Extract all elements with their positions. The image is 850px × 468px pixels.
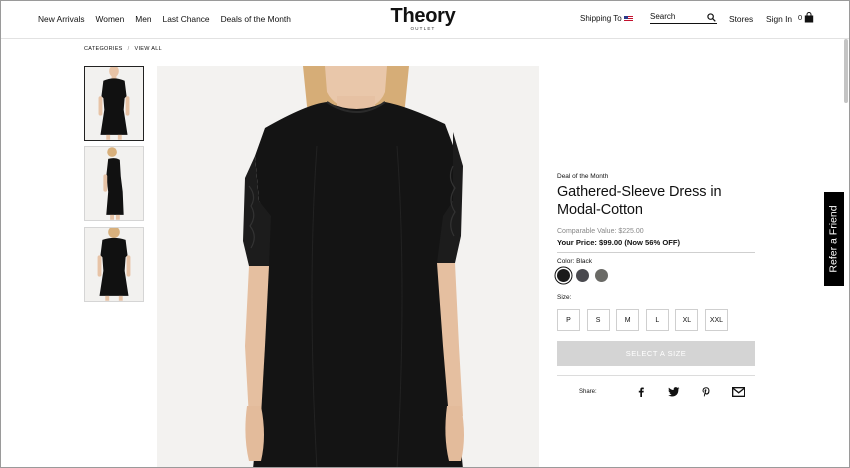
- nav-women[interactable]: Women: [96, 14, 125, 24]
- product-info: Deal of the Month Gathered-Sleeve Dress …: [557, 173, 755, 398]
- color-value: Black: [576, 258, 593, 265]
- breadcrumb-categories[interactable]: CATEGORIES: [84, 46, 123, 52]
- us-flag-icon: [623, 15, 633, 22]
- twitter-icon[interactable]: [657, 386, 690, 398]
- size-label: Size:: [557, 294, 572, 301]
- pinterest-icon[interactable]: [690, 386, 723, 398]
- page-frame: New Arrivals Women Men Last Chance Deals…: [0, 0, 850, 468]
- breadcrumb-view-all[interactable]: VIEW ALL: [134, 46, 161, 52]
- size-options: P S M L XL XXL: [557, 309, 755, 331]
- logo-wordmark: Theory: [390, 5, 456, 27]
- shopping-bag-icon: [804, 12, 814, 23]
- share-label: Share:: [579, 389, 597, 395]
- shipping-to[interactable]: Shipping To: [580, 14, 633, 23]
- cart-count: 0: [798, 13, 803, 22]
- size-xl-button[interactable]: XL: [675, 309, 699, 331]
- size-m-button[interactable]: M: [616, 309, 640, 331]
- divider: [557, 252, 755, 253]
- size-xxl-button[interactable]: XXL: [704, 309, 728, 331]
- dress-side-image: [85, 147, 143, 220]
- your-price: Your Price: $99.00 (Now 56% OFF): [557, 238, 681, 247]
- cart-button[interactable]: 0: [798, 12, 814, 23]
- size-s-button[interactable]: S: [586, 309, 610, 331]
- size-p-button[interactable]: P: [557, 309, 580, 331]
- swatch-grey[interactable]: [595, 269, 608, 282]
- size-l-button[interactable]: L: [645, 309, 669, 331]
- stores-link[interactable]: Stores: [729, 14, 753, 24]
- nav-new-arrivals[interactable]: New Arrivals: [38, 14, 85, 24]
- search-box: [650, 12, 717, 24]
- refer-a-friend-tab[interactable]: Refer a Friend: [824, 192, 844, 286]
- divider: [557, 375, 755, 376]
- deal-label: Deal of the Month: [557, 173, 609, 180]
- share-row: Share:: [557, 386, 755, 398]
- refer-a-friend-label: Refer a Friend: [828, 205, 840, 273]
- dress-hero-image: [157, 66, 539, 467]
- color-swatches: [557, 269, 755, 282]
- facebook-icon[interactable]: [625, 386, 658, 398]
- nav-men[interactable]: Men: [135, 14, 151, 24]
- comparable-price: Comparable Value: $225.00: [557, 228, 644, 235]
- product-thumbnail-back[interactable]: [84, 227, 144, 302]
- swatch-charcoal[interactable]: [576, 269, 589, 282]
- page-scrollbar[interactable]: [843, 39, 849, 467]
- scrollbar-thumb[interactable]: [844, 39, 848, 103]
- email-icon[interactable]: [722, 386, 755, 398]
- sign-in-link[interactable]: Sign In: [766, 14, 792, 24]
- shipping-label: Shipping To: [580, 14, 622, 23]
- site-header: New Arrivals Women Men Last Chance Deals…: [1, 1, 849, 39]
- product-thumbnail-side[interactable]: [84, 146, 144, 221]
- swatch-black[interactable]: [557, 269, 570, 282]
- nav-last-chance[interactable]: Last Chance: [163, 14, 210, 24]
- nav-deals-of-the-month[interactable]: Deals of the Month: [221, 14, 291, 24]
- breadcrumb-separator: /: [127, 46, 130, 52]
- site-logo[interactable]: Theory OUTLET: [383, 6, 463, 32]
- search-icon[interactable]: [707, 13, 716, 22]
- breadcrumb: CATEGORIES / VIEW ALL: [84, 46, 162, 52]
- main-nav: New Arrivals Women Men Last Chance Deals…: [38, 14, 291, 24]
- dress-front-image: [85, 67, 143, 140]
- color-label: Color:: [557, 258, 575, 265]
- main-product-image: [157, 66, 539, 467]
- select-size-button[interactable]: SELECT A SIZE: [557, 341, 755, 366]
- dress-back-image: [85, 228, 143, 301]
- color-row: Color: Black: [557, 258, 755, 265]
- search-input[interactable]: [650, 12, 702, 21]
- product-thumbnail-front[interactable]: [84, 66, 144, 141]
- product-title: Gathered-Sleeve Dress in Modal-Cotton: [557, 184, 722, 218]
